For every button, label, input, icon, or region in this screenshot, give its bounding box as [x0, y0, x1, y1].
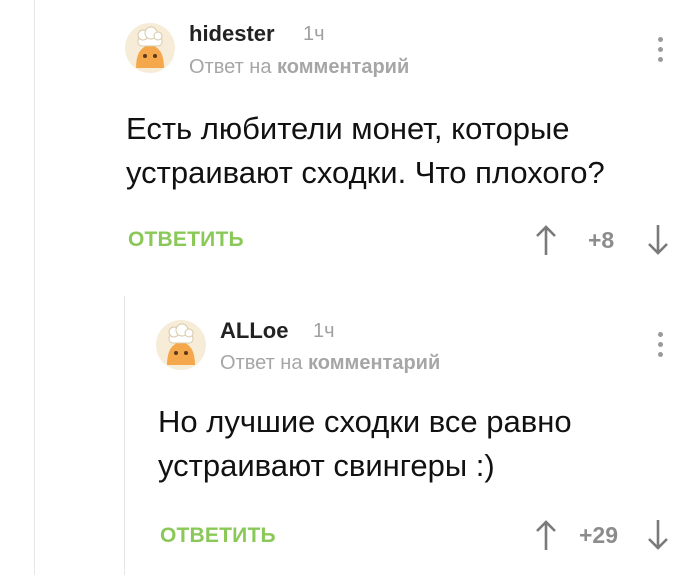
avatar[interactable] — [125, 23, 175, 73]
comment-text-line: Есть любители монет, которые — [126, 111, 570, 146]
reply-prefix: Ответ на — [189, 56, 272, 78]
avatar[interactable] — [156, 320, 206, 370]
timestamp: 1ч — [303, 23, 325, 45]
reply-to-info: Ответ на комментарий — [220, 352, 440, 375]
comment-text: Есть любители монет, которые устраивают … — [126, 107, 605, 195]
reply-to-info: Ответ на комментарий — [189, 56, 409, 79]
comment-text-line: устраивают сходки. Что плохого? — [126, 155, 605, 190]
upvote-arrow-icon[interactable] — [534, 518, 558, 552]
rating-value: +8 — [588, 227, 615, 253]
reply-button[interactable]: ОТВЕТИТЬ — [160, 524, 276, 548]
more-options-icon[interactable] — [654, 37, 666, 67]
thread-line — [124, 296, 125, 575]
reply-target-link[interactable]: комментарий — [277, 56, 409, 78]
upvote-arrow-icon[interactable] — [534, 223, 558, 257]
thread-line — [34, 0, 35, 575]
more-options-icon[interactable] — [654, 332, 666, 362]
timestamp: 1ч — [313, 320, 335, 342]
username[interactable]: hidester — [189, 21, 275, 47]
comment-text-line: устраивают свингеры :) — [158, 448, 495, 483]
comment-text-line: Но лучшие сходки все равно — [158, 404, 572, 439]
username[interactable]: ALLoe — [220, 318, 288, 344]
reply-target-link[interactable]: комментарий — [308, 352, 440, 374]
reply-prefix: Ответ на — [220, 352, 303, 374]
reply-button[interactable]: ОТВЕТИТЬ — [128, 228, 244, 252]
downvote-arrow-icon[interactable] — [646, 518, 670, 552]
rating-value: +29 — [579, 522, 619, 548]
downvote-arrow-icon[interactable] — [646, 223, 670, 257]
comment-text: Но лучшие сходки все равно устраивают св… — [158, 400, 572, 488]
